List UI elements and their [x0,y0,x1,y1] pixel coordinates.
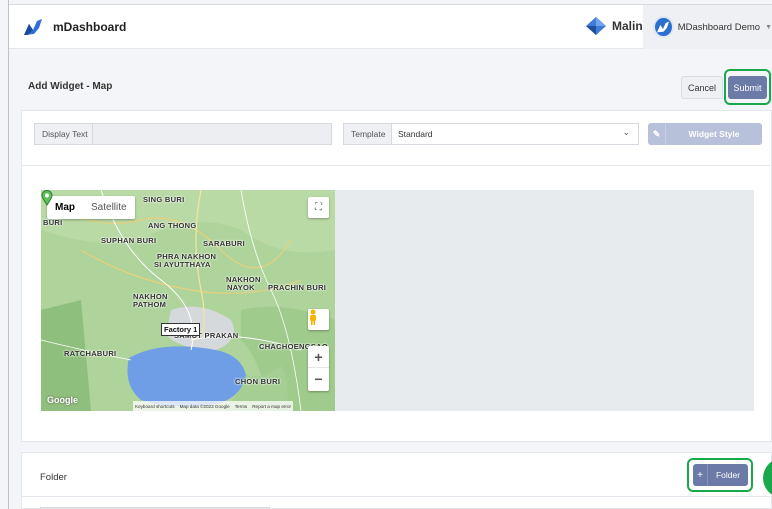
widget-form-card: Display Text Template Standard ⌄ ✎ Widge… [21,110,772,442]
folder-card: Folder + Folder [21,452,772,509]
report-error-link[interactable]: Report a map error [252,404,291,409]
map-data-text: Map data ©2023 Google [179,403,230,409]
template-select[interactable]: Standard ⌄ [391,123,639,145]
map-type-satellite-button[interactable]: Satellite [83,196,135,219]
avatar [653,16,674,38]
folder-divider [22,496,771,497]
terms-link[interactable]: Terms [235,404,248,409]
map-attribution: Keyboard shortcuts Map data ©2023 Google… [133,401,294,411]
display-text-label: Display Text [34,123,92,145]
map-label: PRACHIN BURI [268,283,327,292]
widget-style-button[interactable]: ✎ Widget Style [648,123,762,145]
map-preview-area: Map Satellite ⛶ SING BURI BURI ANG THONG… [41,190,754,411]
widget-style-label: Widget Style [688,129,740,139]
malin-logo-icon [586,17,606,35]
plus-icon: + [693,464,708,486]
chevron-down-icon: ▼ [765,23,772,31]
folder-title: Folder [40,472,67,483]
zoom-out-icon[interactable]: − [308,368,329,390]
map-label: RATCHABURI [64,349,117,358]
user-menu[interactable]: MDashboard Demo ▼ [643,5,772,49]
top-navbar: mDashboard Malin 1 MDashboard Demo ▼ [9,5,772,49]
map-label: SARABURI [203,239,245,248]
marker-label: Factory 1 [161,323,201,336]
map-label: SING BURI [143,195,185,204]
map-label: ANG THONG [148,221,197,230]
pencil-icon: ✎ [648,123,666,145]
submit-button[interactable]: Submit [728,76,767,99]
google-logo: Google [47,395,78,405]
page-title: Add Widget - Map [28,81,113,92]
map-label: SUPHAN BURI [101,236,157,245]
widget-header: Add Widget - Map Cancel Submit [9,49,772,109]
template-value: Standard [398,129,433,139]
fullscreen-icon[interactable]: ⛶ [308,197,329,218]
map-marker-icon[interactable] [41,190,53,206]
template-label: Template [343,123,391,145]
map-label: CHON BURI [235,377,281,386]
street-view-icon [310,309,316,325]
chevron-down-icon: ⌄ [622,127,630,137]
brand-name[interactable]: mDashboard [53,20,126,34]
map-type-control: Map Satellite [47,196,135,219]
map-label: PATHOM [133,300,167,309]
keyboard-shortcuts-link[interactable]: Keyboard shortcuts [135,404,175,409]
zoom-control: + − [308,346,329,391]
add-folder-button[interactable]: + Folder [693,464,748,486]
map-view[interactable]: Map Satellite ⛶ SING BURI BURI ANG THONG… [41,190,335,411]
cancel-button[interactable]: Cancel [681,76,723,99]
pegman-icon[interactable] [308,309,329,330]
display-text-input[interactable] [92,123,332,145]
map-label: SI AYUTTHAYA [154,260,211,269]
avatar-logo-icon [657,21,670,33]
user-name: MDashboard Demo [677,21,761,33]
add-folder-label: Folder [715,470,741,480]
mdashboard-logo-icon [24,19,42,35]
map-label: BURI [43,218,63,227]
card-divider [22,165,771,166]
zoom-in-icon[interactable]: + [308,346,329,368]
map-label: NAYOK [227,283,255,292]
